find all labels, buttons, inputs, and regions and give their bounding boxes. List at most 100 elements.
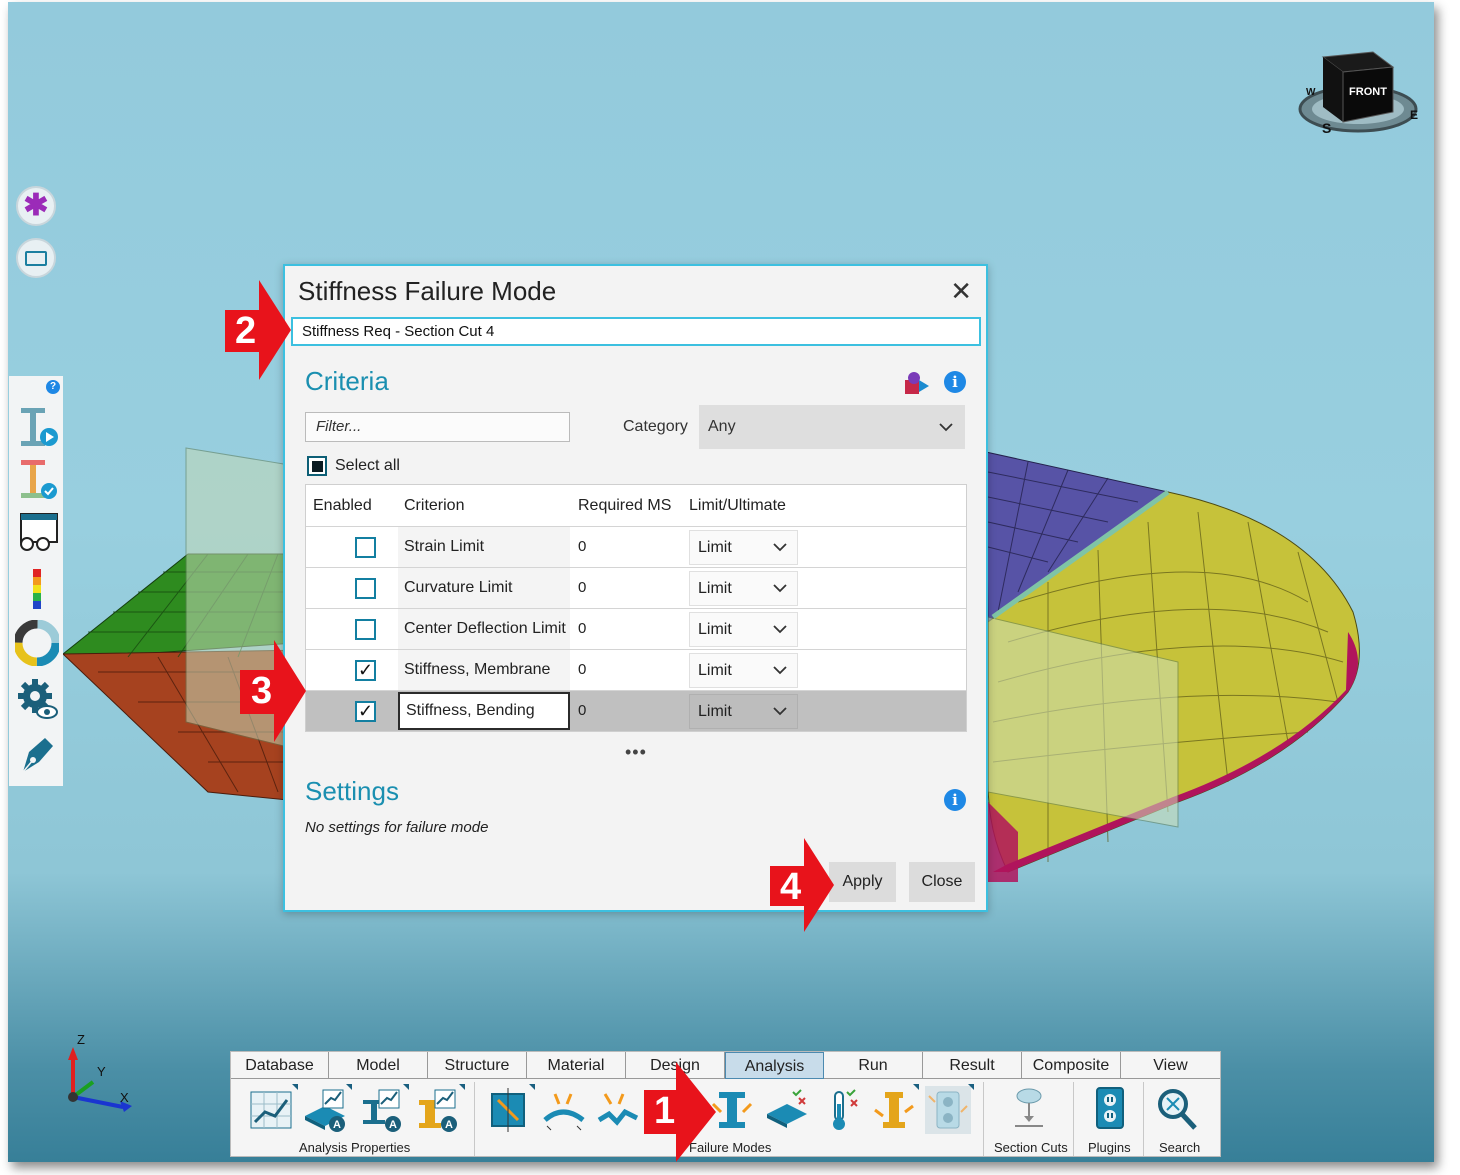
compass-w: W: [1306, 87, 1316, 98]
plate-check-icon[interactable]: [763, 1086, 809, 1134]
more-ellipsis[interactable]: •••: [625, 742, 647, 763]
settings-note: No settings for failure mode: [305, 819, 489, 836]
limit-value: Limit: [698, 621, 732, 638]
criteria-table: Enabled Criterion Required MS Limit/Ulti…: [305, 484, 967, 732]
svg-text:A: A: [389, 1119, 397, 1131]
pen-icon[interactable]: [15, 732, 59, 778]
rectangle-icon: [25, 250, 47, 266]
axis-y-label: Y: [97, 1064, 106, 1079]
settings-title: Settings: [305, 776, 399, 806]
ribbon-toolbar: Database Model Structure Material Design…: [230, 1051, 1221, 1157]
color-scale-icon[interactable]: [15, 566, 59, 612]
limit-value: Limit: [698, 703, 732, 720]
limit-select[interactable]: Limit: [689, 612, 798, 647]
plugin-outlet-icon[interactable]: [1087, 1086, 1133, 1134]
svg-text:A: A: [333, 1119, 341, 1131]
help-icon[interactable]: ?: [46, 380, 60, 394]
limit-select[interactable]: Limit: [689, 571, 798, 606]
filter-input[interactable]: Filter...: [305, 412, 570, 442]
svg-text:A: A: [445, 1119, 453, 1131]
window-button[interactable]: [16, 238, 56, 278]
step-marker-4-label: 4: [780, 866, 802, 908]
stiffness-failure-mode-dialog: Stiffness Failure Mode ✕ Stiffness Req -…: [283, 264, 988, 912]
search-icon[interactable]: [1153, 1086, 1199, 1134]
joint-analysis-icon[interactable]: A: [415, 1086, 461, 1134]
group-label-plugins: Plugins: [1088, 1140, 1131, 1155]
shapes-icon[interactable]: [903, 370, 931, 396]
limit-value: Limit: [698, 580, 732, 597]
enabled-checkbox[interactable]: [355, 537, 376, 558]
tab-result[interactable]: Result: [923, 1052, 1022, 1079]
beam-check-icon[interactable]: [15, 456, 59, 502]
beam-play-icon[interactable]: [15, 404, 59, 450]
criterion-cell[interactable]: Stiffness, Bending: [398, 692, 570, 730]
step-marker-3-label: 3: [251, 670, 273, 712]
tab-view[interactable]: View: [1121, 1052, 1220, 1079]
panel-analysis-icon[interactable]: A: [303, 1086, 349, 1134]
tab-run[interactable]: Run: [824, 1052, 923, 1079]
select-all-checkbox[interactable]: Select all: [307, 456, 400, 476]
required-ms-cell[interactable]: 0: [578, 691, 586, 731]
criteria-title: Criteria: [305, 366, 389, 396]
asterisk-button[interactable]: ✱: [16, 186, 56, 226]
table-row[interactable]: Curvature Limit 0 Limit: [306, 567, 966, 608]
criterion-cell: Curvature Limit: [398, 568, 570, 608]
dialog-title: Stiffness Failure Mode: [298, 276, 557, 306]
criteria-info-icon[interactable]: i: [944, 371, 966, 393]
beam-analysis-icon[interactable]: A: [359, 1086, 405, 1134]
required-ms-cell[interactable]: 0: [578, 609, 586, 649]
enabled-checkbox[interactable]: ✓: [355, 701, 376, 722]
thermometer-icon[interactable]: [819, 1086, 865, 1134]
compass-s: S: [1322, 120, 1331, 136]
panel-buckling-icon[interactable]: [486, 1086, 532, 1134]
color-wheel-icon[interactable]: [15, 620, 59, 666]
curved-panel-icon[interactable]: [541, 1086, 587, 1134]
step-marker-1: [644, 1062, 716, 1162]
asterisk-icon: ✱: [23, 189, 49, 222]
tab-database[interactable]: Database: [231, 1052, 329, 1079]
tab-composite[interactable]: Composite: [1022, 1052, 1121, 1079]
close-button[interactable]: Close: [909, 862, 975, 902]
category-select[interactable]: Any: [699, 405, 965, 449]
glasses-window-icon[interactable]: [15, 510, 59, 556]
enabled-checkbox[interactable]: [355, 619, 376, 640]
limit-select[interactable]: Limit: [689, 694, 798, 729]
outlet-icon: [928, 1091, 968, 1129]
criterion-cell: Center Deflection Limit: [398, 609, 570, 649]
table-row-selected[interactable]: ✓ Stiffness, Bending 0 Limit: [306, 690, 966, 731]
gear-eye-icon[interactable]: [15, 676, 59, 722]
header-enabled[interactable]: Enabled: [313, 497, 372, 515]
limit-select[interactable]: Limit: [689, 653, 798, 688]
header-criterion[interactable]: Criterion: [404, 497, 464, 515]
required-ms-cell[interactable]: 0: [578, 650, 586, 690]
axis-z-label: Z: [77, 1032, 85, 1047]
table-row[interactable]: ✓ Stiffness, Membrane 0 Limit: [306, 649, 966, 690]
criterion-cell: Strain Limit: [398, 527, 570, 567]
joint-failure-icon[interactable]: [871, 1086, 917, 1134]
plugin-failure-tile[interactable]: [925, 1086, 971, 1134]
limit-select[interactable]: Limit: [689, 530, 798, 565]
settings-info-icon[interactable]: i: [944, 789, 966, 811]
section-cut-icon[interactable]: [1007, 1086, 1053, 1134]
crippling-icon[interactable]: [595, 1086, 641, 1134]
required-ms-cell[interactable]: 0: [578, 527, 586, 567]
enabled-checkbox[interactable]: ✓: [355, 660, 376, 681]
group-label-search: Search: [1159, 1140, 1201, 1155]
required-ms-cell[interactable]: 0: [578, 568, 586, 608]
table-row[interactable]: Strain Limit 0 Limit: [306, 526, 966, 567]
enabled-checkbox[interactable]: [355, 578, 376, 599]
tab-model[interactable]: Model: [329, 1052, 428, 1079]
step-marker-2-label: 2: [235, 310, 257, 352]
failure-mode-name-input[interactable]: Stiffness Req - Section Cut 4: [291, 317, 981, 346]
close-icon[interactable]: ✕: [950, 276, 972, 307]
tab-analysis[interactable]: Analysis: [725, 1052, 824, 1079]
tab-structure[interactable]: Structure: [428, 1052, 527, 1079]
header-limit-ultimate[interactable]: Limit/Ultimate: [689, 497, 786, 515]
tab-material[interactable]: Material: [527, 1052, 626, 1079]
view-cube[interactable]: FRONT W S E: [1298, 51, 1418, 136]
analysis-property-icon[interactable]: [249, 1086, 295, 1134]
compass-e: E: [1410, 108, 1418, 122]
header-required-ms[interactable]: Required MS: [578, 497, 671, 515]
group-label-section-cuts: Section Cuts: [994, 1140, 1068, 1155]
table-row[interactable]: Center Deflection Limit 0 Limit: [306, 608, 966, 649]
